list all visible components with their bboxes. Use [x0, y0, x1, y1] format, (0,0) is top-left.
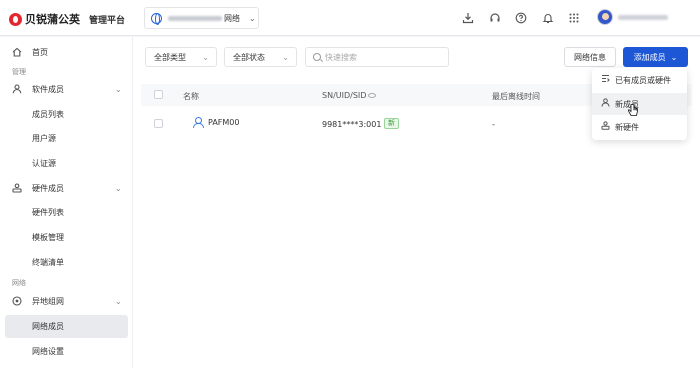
- sidebar-item-label: 硬件成员: [32, 183, 64, 193]
- download-icon[interactable]: [461, 11, 475, 25]
- globe-icon: [151, 12, 162, 25]
- add-member-menu: 已有成员或硬件 新成员 新硬件: [592, 68, 687, 140]
- top-bar: 贝锐蒲公英 管理平台 网络 ⌄: [0, 0, 700, 36]
- sidebar-item-label: 异地组网: [32, 296, 64, 306]
- menu-item-existing-member[interactable]: 已有成员或硬件: [592, 69, 687, 91]
- chevron-down-icon: ⌄: [249, 13, 256, 23]
- row-checkbox[interactable]: [154, 119, 163, 128]
- chevron-down-icon: ⌄: [115, 183, 122, 193]
- logo-text: 贝锐蒲公英: [25, 13, 80, 26]
- brand-logo-icon: [9, 12, 22, 26]
- sidebar-item-hardware-members[interactable]: 硬件成员 ⌄: [0, 177, 133, 199]
- column-header-sn-label: SN/UID/SID: [322, 91, 367, 100]
- menu-item-label: 已有成员或硬件: [615, 75, 671, 85]
- chevron-down-icon: ⌄: [115, 84, 122, 94]
- eye-icon[interactable]: [368, 93, 377, 98]
- sidebar-item-hardware-list[interactable]: 硬件列表: [0, 201, 133, 223]
- search-icon: [313, 53, 321, 61]
- sidebar-item-remote-network[interactable]: 异地组网 ⌄: [0, 290, 133, 312]
- sidebar-item-label: 网络设置: [32, 346, 64, 356]
- add-member-label: 添加成员: [633, 52, 666, 62]
- apps-grid-icon[interactable]: [567, 11, 581, 25]
- sidebar: 首页 管理 软件成员 ⌄ 成员列表 用户源 认证源 硬件成员 ⌄ 硬件列表 模板…: [0, 37, 133, 368]
- menu-item-new-member[interactable]: 新成员: [592, 93, 687, 115]
- user-icon: [601, 98, 610, 110]
- avatar[interactable]: [597, 9, 613, 25]
- network-info-button[interactable]: 网络信息: [564, 47, 616, 67]
- hardware-icon: [601, 121, 610, 133]
- status-filter-select[interactable]: 全部状态 ⌄: [224, 47, 297, 67]
- column-header-sn: SN/UID/SID: [322, 91, 377, 100]
- menu-item-label: 新硬件: [615, 122, 639, 132]
- search-placeholder: 快速搜索: [325, 52, 357, 62]
- bell-icon[interactable]: [541, 11, 555, 25]
- column-header-name: 名称: [183, 92, 199, 101]
- link-list-icon: [601, 74, 610, 86]
- chevron-down-icon: ⌄: [282, 52, 289, 62]
- menu-item-new-hardware[interactable]: 新硬件: [592, 116, 687, 138]
- hand-cursor-icon: [627, 103, 639, 121]
- network-selector[interactable]: 网络 ⌄: [144, 7, 259, 29]
- sidebar-item-label: 认证源: [32, 158, 56, 168]
- network-name-redacted: [168, 15, 222, 21]
- type-filter-value: 全部类型: [154, 52, 186, 62]
- add-member-button[interactable]: 添加成员 ⌄: [623, 47, 688, 67]
- sidebar-item-home[interactable]: 首页: [0, 41, 133, 63]
- headset-icon[interactable]: [488, 11, 502, 25]
- logo[interactable]: 贝锐蒲公英 管理平台: [9, 11, 125, 27]
- home-icon: [12, 47, 22, 57]
- sidebar-item-software-members[interactable]: 软件成员 ⌄: [0, 78, 133, 100]
- chevron-down-icon: ⌄: [670, 52, 678, 62]
- sidebar-item-auth-source[interactable]: 认证源: [0, 152, 133, 174]
- sidebar-item-network-members[interactable]: 网络成员: [5, 315, 128, 338]
- platform-label: 管理平台: [89, 15, 126, 26]
- sidebar-item-member-list[interactable]: 成员列表: [0, 103, 133, 125]
- sidebar-item-template-manage[interactable]: 模板管理: [0, 226, 133, 248]
- sidebar-item-label: 首页: [32, 47, 48, 57]
- search-input[interactable]: 快速搜索: [305, 47, 449, 67]
- username-redacted[interactable]: [618, 15, 668, 20]
- type-filter-select[interactable]: 全部类型 ⌄: [145, 47, 217, 67]
- user-icon: [12, 84, 22, 94]
- chevron-down-icon: ⌄: [202, 52, 209, 62]
- user-icon: [193, 117, 204, 128]
- sidebar-item-label: 模板管理: [32, 232, 64, 242]
- sidebar-item-network-settings[interactable]: 网络设置: [0, 340, 133, 362]
- sidebar-item-label: 用户源: [32, 133, 56, 143]
- chevron-down-icon: ⌄: [115, 296, 122, 306]
- column-header-last-offline: 最后离线时间: [492, 92, 540, 101]
- network-suffix: 网络: [224, 13, 240, 23]
- sidebar-item-terminal-list[interactable]: 终端清单: [0, 251, 133, 273]
- member-name[interactable]: PAFM00: [208, 118, 239, 127]
- last-offline-time: -: [492, 120, 495, 129]
- sidebar-item-label: 硬件列表: [32, 207, 64, 217]
- sidebar-item-label: 软件成员: [32, 84, 64, 94]
- new-badge: 新: [384, 118, 399, 129]
- section-label-manage: 管理: [12, 68, 26, 76]
- select-all-checkbox[interactable]: [154, 90, 163, 99]
- sidebar-item-label: 终端清单: [32, 257, 64, 267]
- hardware-icon: [12, 183, 22, 193]
- section-label-network: 网络: [12, 279, 26, 287]
- status-filter-value: 全部状态: [233, 52, 265, 62]
- help-icon[interactable]: [514, 11, 528, 25]
- network-icon: [12, 296, 22, 306]
- sidebar-item-label: 网络成员: [32, 322, 64, 331]
- sidebar-item-label: 成员列表: [32, 109, 64, 119]
- member-sn: 9981****3:001: [322, 120, 382, 129]
- sidebar-item-user-source[interactable]: 用户源: [0, 127, 133, 149]
